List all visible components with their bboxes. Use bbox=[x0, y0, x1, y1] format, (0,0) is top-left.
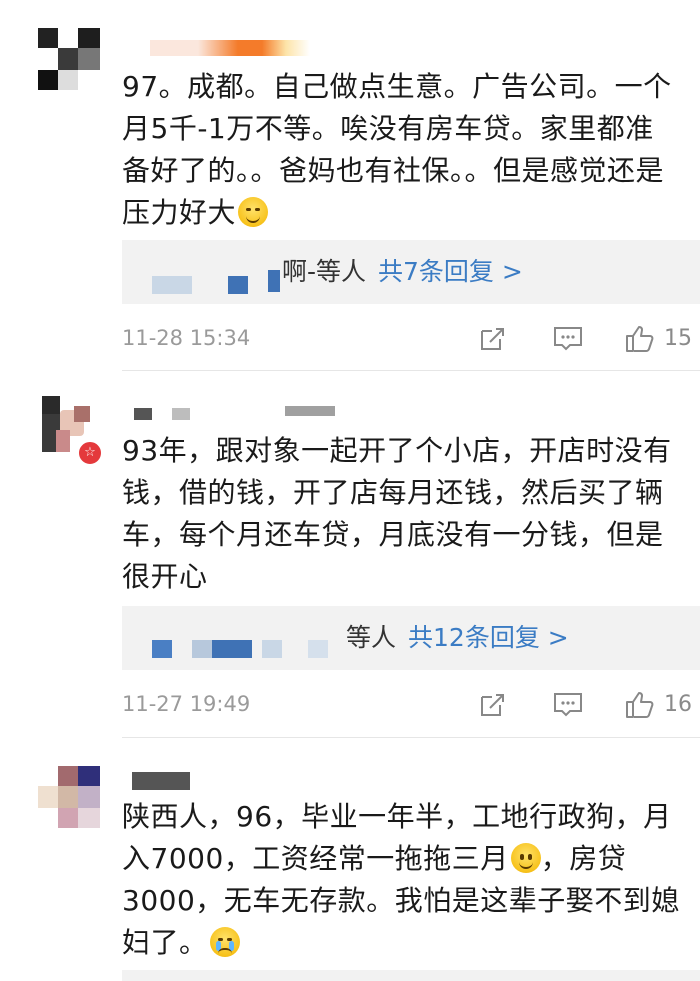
comment-text: 93年，跟对象一起开了个小店，开店时没有钱，借的钱，开了店每月还钱，然后买了辆车… bbox=[122, 434, 672, 593]
reply-user-blurred bbox=[308, 640, 328, 658]
share-icon[interactable] bbox=[478, 690, 508, 720]
reply-user-blurred bbox=[152, 640, 172, 658]
avatar[interactable] bbox=[38, 28, 100, 90]
crying-emoji bbox=[209, 927, 240, 957]
reply-preview[interactable]: 等人 共12条回复 > bbox=[122, 606, 700, 670]
view-replies-link[interactable]: 共7条回复 > bbox=[378, 257, 523, 286]
reply-preview[interactable]: 啊-等人 共7条回复 > bbox=[122, 240, 700, 304]
view-replies-link[interactable]: 共12条回复 > bbox=[408, 623, 569, 652]
share-icon[interactable] bbox=[478, 324, 508, 354]
like-count: 15 bbox=[664, 326, 692, 351]
reply-user-blurred bbox=[262, 640, 282, 658]
like-count: 16 bbox=[664, 692, 692, 717]
divider bbox=[122, 737, 700, 738]
comment-icon[interactable] bbox=[552, 690, 584, 720]
avatar[interactable] bbox=[38, 766, 100, 828]
timestamp: 11-28 15:34 bbox=[122, 326, 251, 350]
username-blurred[interactable] bbox=[150, 40, 310, 56]
comment-icon[interactable] bbox=[552, 324, 584, 354]
reply-user-blurred bbox=[268, 270, 280, 292]
username-blurred[interactable] bbox=[285, 406, 335, 416]
reply-users: 啊-等人 bbox=[282, 257, 367, 286]
reply-users: 等人 bbox=[346, 623, 397, 652]
divider bbox=[122, 370, 700, 371]
reply-user-blurred bbox=[212, 640, 252, 658]
username-blurred[interactable] bbox=[172, 408, 190, 420]
comment-text: 97。成都。自己做点生意。广告公司。一个月5千-1万不等。唉没有房车贷。家里都准… bbox=[122, 70, 672, 229]
timestamp: 11-27 19:49 bbox=[122, 692, 251, 716]
verified-badge-icon: ☆ bbox=[77, 440, 103, 466]
smile-emoji bbox=[510, 843, 541, 873]
reply-user-blurred bbox=[228, 276, 248, 294]
like-icon[interactable] bbox=[624, 324, 656, 354]
comment-text: 陕西人，96，毕业一年半，工地行政狗，月入7000，工资经常一拖拖三月 ，房贷30… bbox=[122, 800, 680, 959]
sweat-smile-emoji bbox=[238, 197, 269, 227]
reply-user-blurred bbox=[152, 276, 192, 294]
like-icon[interactable] bbox=[624, 690, 656, 720]
username-blurred[interactable] bbox=[132, 772, 190, 790]
reply-user-blurred bbox=[192, 640, 212, 658]
username-blurred[interactable] bbox=[134, 408, 152, 420]
comment-meta: 11-28 15:34 15 bbox=[122, 326, 692, 356]
comment-meta: 11-27 19:49 16 bbox=[122, 692, 692, 722]
reply-preview bbox=[122, 970, 700, 981]
